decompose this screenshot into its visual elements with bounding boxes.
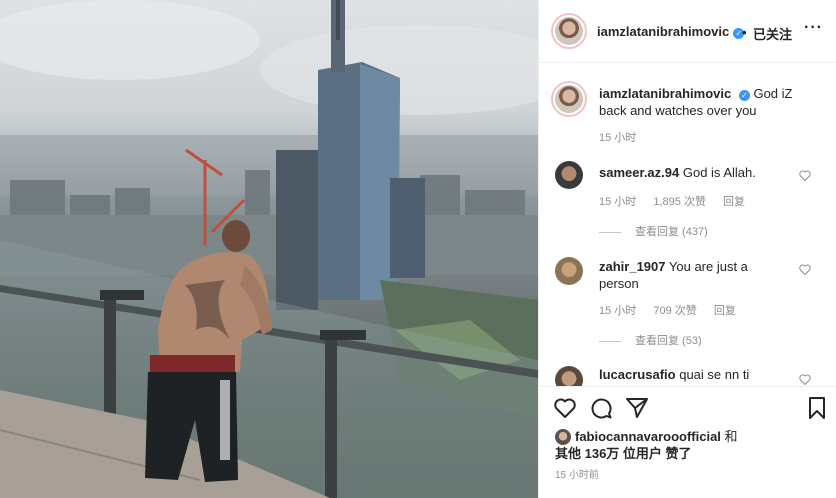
view-replies-button[interactable]: 查看回复 (437) <box>599 223 708 239</box>
comment-username[interactable]: lucacrusafio <box>599 367 676 382</box>
comment-meta: 15 小时 1,895 次赞 回复 <box>599 193 759 209</box>
following-button[interactable]: 已关注 <box>753 24 792 43</box>
comment-like-heart-icon[interactable] <box>799 264 811 275</box>
caption-meta: 15 小时 <box>599 129 650 145</box>
view-replies-label[interactable]: 查看回复 (53) <box>635 335 702 347</box>
author-username[interactable]: iamzlatanibrahimovic ✓ <box>597 24 745 39</box>
milan-skyline-photo <box>0 0 538 498</box>
liker-username[interactable]: fabiocannavarooofficial <box>575 429 721 444</box>
comments-list: iamzlatanibrahimovic ✓ God iZ back and w… <box>539 64 836 386</box>
comment-like-heart-icon[interactable] <box>799 374 811 385</box>
comment-meta: 15 小时 709 次赞 回复 <box>599 302 750 318</box>
bookmark-icon[interactable] <box>805 396 829 420</box>
comment-username[interactable]: sameer.az.94 <box>599 165 679 180</box>
comment-avatar[interactable] <box>555 366 583 386</box>
likes-others[interactable]: 其他 136万 位用户 赞了 <box>555 446 692 461</box>
author-username-text[interactable]: iamzlatanibrahimovic <box>597 24 729 39</box>
verified-badge-icon: ✓ <box>738 90 750 101</box>
comment-avatar[interactable] <box>555 161 583 189</box>
comment-text: lucacrusafio quai se nn ti <box>599 366 799 383</box>
post-header: iamzlatanibrahimovic ✓ • 已关注 ··· <box>539 0 836 63</box>
caption-line1: God iZ <box>753 86 793 101</box>
more-options-icon[interactable]: ··· <box>804 19 823 37</box>
comment-avatar[interactable] <box>555 257 583 285</box>
comment-time: 15 小时 <box>599 196 637 208</box>
post-photo <box>0 0 538 498</box>
comment-body: God is Allah. <box>682 165 756 180</box>
comment-reply-button[interactable]: 回复 <box>714 305 736 317</box>
caption-username[interactable]: iamzlatanibrahimovic <box>599 86 731 101</box>
likes-and: 和 <box>724 429 738 444</box>
comment-body-line1: You are just a <box>668 259 748 274</box>
caption-time: 15 小时 <box>599 132 637 144</box>
view-replies-label[interactable]: 查看回复 (437) <box>635 226 708 238</box>
likes-summary: fabiocannavarooofficial 和 其他 136万 位用户 赞了 <box>555 428 755 462</box>
caption-avatar[interactable] <box>551 81 587 117</box>
caption-text: iamzlatanibrahimovic ✓ God iZ back and w… <box>599 85 819 119</box>
comment-like-heart-icon[interactable] <box>799 170 811 181</box>
view-replies-button[interactable]: 查看回复 (53) <box>599 332 702 348</box>
caption-line2: back and watches over you <box>599 103 757 118</box>
author-avatar[interactable] <box>551 13 587 49</box>
comment-likes[interactable]: 1,895 次赞 <box>653 196 706 208</box>
comment-icon[interactable] <box>589 396 613 420</box>
post-timestamp: 15 小时前 <box>555 470 599 481</box>
share-icon[interactable] <box>625 396 649 420</box>
comment-time: 15 小时 <box>599 305 637 317</box>
post-side-panel: iamzlatanibrahimovic ✓ • 已关注 ··· iamzlata… <box>538 0 836 498</box>
comment-body: quai se nn ti <box>679 367 750 382</box>
comment-text: sameer.az.94 God is Allah. <box>599 164 799 181</box>
post-actions: fabiocannavarooofficial 和 其他 136万 位用户 赞了… <box>539 386 836 498</box>
comment-reply-button[interactable]: 回复 <box>723 196 745 208</box>
separator-dot: • <box>742 25 747 40</box>
comment-text: zahir_1907 You are just a person <box>599 258 799 292</box>
replies-divider <box>599 340 621 342</box>
heart-icon[interactable] <box>553 396 577 420</box>
comment-username[interactable]: zahir_1907 <box>599 259 666 274</box>
comment-likes[interactable]: 709 次赞 <box>653 305 696 317</box>
comment-body-line2: person <box>599 276 639 291</box>
replies-divider <box>599 231 621 233</box>
